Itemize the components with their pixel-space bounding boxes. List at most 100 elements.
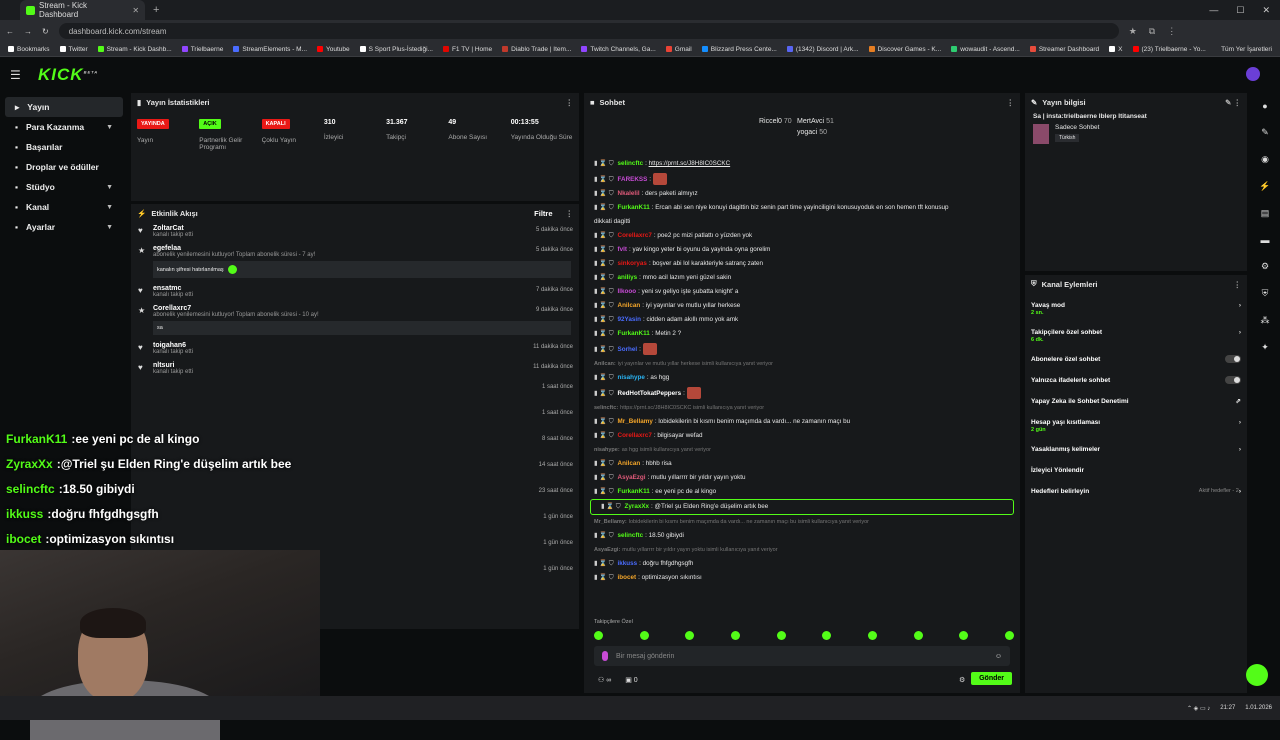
chat-message[interactable]: ▮ ⌛ ⛉ ibocet: optimizasyon sıkıntısı [584,571,1020,585]
emote-icon[interactable] [959,631,969,640]
sidebar-item[interactable]: ▪ Droplar ve ödüller [5,157,123,177]
channel-action[interactable]: Takipçilere özel sohbet 6 dk. › [1025,324,1247,344]
chat-message[interactable]: ▮ ⌛ ⛉ Mr_Bellamy: lobidekilerin bi kısmı … [584,415,1020,429]
chat-message[interactable]: ▮ ⌛ ⛉ sinkoryas: boşver abi lol karakteri… [584,257,1020,271]
chevron-right-icon[interactable]: › [1239,488,1241,495]
mod-icons[interactable]: ▮ ⌛ ⛉ [594,204,614,211]
chat-message[interactable]: ▮ ⌛ ⛉ Nkalelil: ders paketi almıyız [584,187,1020,201]
kick-logo[interactable]: KICKBETA [38,65,98,85]
more-icon[interactable]: ⋮ [566,209,574,218]
mic-icon[interactable] [602,651,608,661]
filter-button[interactable]: Filtre [534,209,552,218]
send-button[interactable]: Gönder [971,672,1012,685]
chat-username[interactable]: ibocet [618,574,637,581]
minimize-icon[interactable]: — [1209,5,1218,16]
channel-action[interactable]: Hesap yaşı kısıtlaması 2 gün › [1025,414,1247,434]
chat-username[interactable]: nisahype [618,374,645,381]
mod-icons[interactable]: ▮ ⌛ ⛉ [594,574,614,581]
channel-action[interactable]: Hedefleri belirleyin Aktif hedefler - 2 › [1025,483,1247,499]
bookmark-item[interactable]: Stream - Kick Dashb... [97,46,172,53]
emote-icon[interactable] [685,631,695,640]
bookmark-item[interactable]: StreamElements - M... [233,46,307,53]
chat-username[interactable]: Anilcan [618,302,641,309]
chat-message[interactable]: ▮ ⌛ ⛉ FurkanK11: ee yeni pc de al kingo [584,485,1020,499]
emote-icon[interactable] [639,631,649,640]
chat-message[interactable]: ▮ ⌛ ⛉ 92Yasin: cidden adam akıllı mmo yok… [584,313,1020,327]
chat-message[interactable]: ▮ ⌛ ⛉ Anilcan: iyi yayınlar ve mutlu yıll… [584,299,1020,313]
chat-message[interactable]: ▮ ⌛ ⛉ RedHotTokatPeppers: [584,385,1020,401]
bookmark-item[interactable]: (1342) Discord | Ark... [786,46,859,53]
chat-username[interactable]: sinkoryas [618,260,647,267]
chat-icon[interactable]: ▬ [1261,235,1270,245]
mod-icons[interactable]: ▮ ⌛ ⛉ [594,474,614,481]
bookmark-item[interactable]: Trielbaerne [181,46,223,53]
new-tab-button[interactable]: + [153,4,159,16]
mod-icons[interactable]: ▮ ⌛ ⛉ [594,432,614,439]
chat-message[interactable]: ▮ ⌛ ⛉ Corellaxrc7: poe2 pc mizi patlattı … [584,229,1020,243]
channel-action[interactable]: Yavaş mod 2 sn. › [1025,297,1247,317]
emote-icon[interactable] [1004,631,1014,640]
emote-icon[interactable] [913,631,923,640]
edit-button-icon[interactable]: ✎ ⋮ [1225,98,1241,107]
menu-icon[interactable]: ⋮ [1167,26,1176,37]
shield-icon[interactable]: ⛨ [1262,288,1269,299]
mod-icons[interactable]: ▮ ⌛ ⛉ [594,316,614,323]
emote-icon[interactable] [822,631,832,640]
chat-username[interactable]: Mr_Bellamy: [594,519,627,525]
url-field[interactable]: dashboard.kick.com/stream [58,23,1119,39]
bookmark-item[interactable]: Bookmarks [8,46,50,53]
doc-icon[interactable]: ▤ [1261,208,1270,219]
close-tab-icon[interactable]: ✕ [132,6,139,15]
chat-username[interactable]: selincftc: [594,405,618,411]
sidebar-item[interactable]: ▸ Yayın [5,97,123,117]
chat-username[interactable]: Ilkooo [618,288,637,295]
chat-message[interactable]: ▮ ⌛ ⛉ FurkanK11: Ercan abi sen niye konuy… [584,201,1020,215]
chat-username[interactable]: RedHotTokatPeppers [618,390,682,397]
bookmark-item[interactable]: S Sport Plus-İstediği... [359,46,433,53]
chat-username[interactable]: FurkanK11 [618,488,650,495]
chat-message[interactable]: ▮ ⌛ ⛉ AsyaEzgi: mutlu yıllarrrr bir yıldı… [584,471,1020,485]
chevron-down-icon[interactable]: ▼ [106,224,113,231]
back-icon[interactable]: ← [6,27,14,36]
chat-message[interactable]: ▮ ⌛ ⛉ fvlt: yav kingo yeter bi oyunu da y… [584,243,1020,257]
bookmark-item[interactable]: Diablo Trade | Item... [502,46,571,53]
settings-icon[interactable]: ⚙ [959,676,965,684]
bookmark-item[interactable]: Gmail [665,46,692,53]
chat-username[interactable]: Sorhel [618,346,638,353]
browser-tab[interactable]: Stream - Kick Dashboard ✕ [20,0,145,20]
chat-username[interactable]: selincftc [618,160,644,167]
mod-icons[interactable]: ▮ ⌛ ⛉ [594,460,614,467]
chat-username[interactable]: FAREKSS [618,176,648,183]
mod-icons[interactable]: ▮ ⌛ ⛉ [601,503,621,510]
chat-fab-button[interactable] [1246,664,1268,686]
chat-message[interactable]: ▮ ⌛ ⛉ Ilkooo: yeni sv geliyo işte şubatta… [584,285,1020,299]
channel-action[interactable]: Yalnızca ifadelerle sohbet [1025,372,1247,388]
chat-message[interactable]: ▮ ⌛ ⛉ ZyraxXx: @Triel şu Elden Ring'e düş… [590,499,1014,515]
chat-username[interactable]: selincftc [618,532,644,539]
gear-icon[interactable]: ⚙ [1261,261,1269,272]
chat-input[interactable]: Bir mesaj gönderin ☺ [594,646,1010,666]
chat-message[interactable]: ▮ ⌛ ⛉ aniliys: mmo acil lazım yeni güzel … [584,271,1020,285]
chevron-down-icon[interactable]: ▼ [106,124,113,131]
chat-message[interactable]: ▮ ⌛ ⛉ selincftc: https://prnt.sc/J8H8IC0S… [584,157,1020,171]
bookmark-item[interactable]: Discover Games - K... [868,46,941,53]
toggle-switch[interactable] [1225,376,1241,384]
maximize-icon[interactable]: ☐ [1236,5,1244,16]
tool-icon[interactable]: ✦ [1261,342,1269,353]
bookmark-item[interactable]: (23) Trielbaerne - Yo... [1132,46,1206,53]
chat-message[interactable]: ▮ ⌛ ⛉ FAREKSS: [584,171,1020,187]
channel-action[interactable]: Abonelere özel sohbet [1025,351,1247,367]
star-icon[interactable]: ★ [1129,26,1137,37]
chevron-right-icon[interactable]: › [1239,446,1241,453]
chat-message[interactable]: ▮ ⌛ ⛉ Corellaxrc7: bilgisayar wefad [584,429,1020,443]
mod-icons[interactable]: ▮ ⌛ ⛉ [594,288,614,295]
forward-icon[interactable]: → [24,27,32,36]
info-icon[interactable]: ● [1262,101,1267,111]
chat-username[interactable]: FurkanK11 [618,330,650,337]
avatar[interactable] [1246,67,1260,81]
mod-icons[interactable]: ▮ ⌛ ⛉ [594,246,614,253]
mod-icons[interactable]: ▮ ⌛ ⛉ [594,302,614,309]
chat-username[interactable]: ZyraxXx [625,503,650,510]
chat-message[interactable]: ▮ ⌛ ⛉ ikkuss: doğru fhfgdhgsgfh [584,557,1020,571]
chat-message[interactable]: ▮ ⌛ ⛉ Sorhel: [584,341,1020,357]
